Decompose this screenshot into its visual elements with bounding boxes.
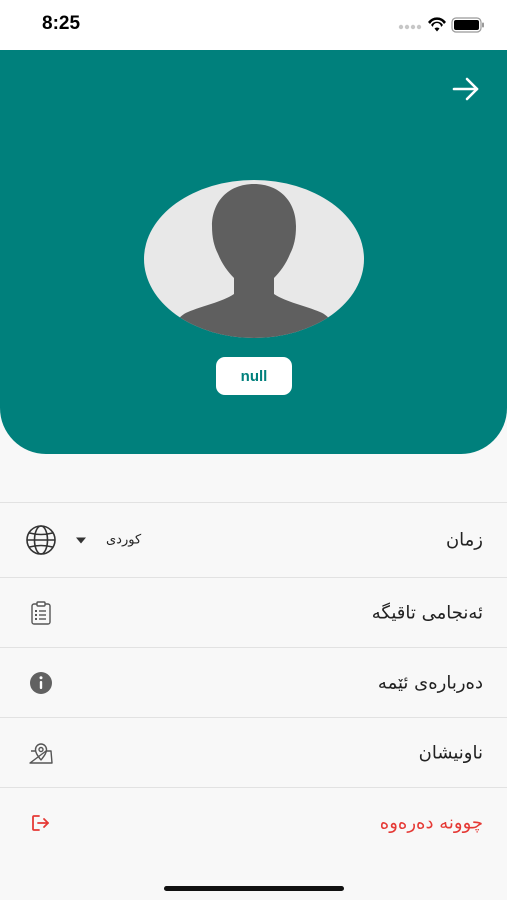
status-icons: [397, 16, 485, 34]
status-bar: 8:25: [0, 0, 507, 50]
user-silhouette-icon: [170, 184, 338, 338]
avatar[interactable]: [144, 180, 364, 338]
map-pin-icon: [24, 736, 58, 770]
menu-label-quiz-results: ئەنجامی تاقیگە: [371, 602, 483, 623]
battery-icon: [451, 17, 484, 33]
menu-label-logout: چوونە دەرەوە: [379, 812, 483, 833]
settings-menu: کوردی زمان ئەنجامی تاقیگە دەربارەی ئێمە …: [0, 502, 507, 857]
language-value: کوردی: [106, 532, 142, 548]
status-time: 8:25: [42, 13, 81, 34]
menu-item-logout[interactable]: چوونە دەرەوە: [0, 787, 507, 857]
home-indicator: [164, 886, 344, 891]
menu-label-language: زمان: [445, 529, 483, 551]
menu-item-language[interactable]: کوردی زمان: [0, 502, 507, 577]
arrow-right-icon: [452, 77, 479, 101]
clipboard-icon: [24, 596, 58, 630]
back-button[interactable]: [451, 76, 481, 102]
menu-item-address[interactable]: ناونیشان: [0, 717, 507, 787]
user-name: null: [240, 367, 268, 385]
wifi-icon: [428, 17, 446, 32]
info-icon: [24, 666, 58, 700]
user-name-badge: null: [216, 357, 292, 395]
menu-item-about[interactable]: دەربارەی ئێمە: [0, 647, 507, 717]
menu-label-address: ناونیشان: [418, 742, 483, 763]
menu-item-quiz-results[interactable]: ئەنجامی تاقیگە: [0, 577, 507, 647]
cellular-signal-icon: [398, 24, 422, 30]
profile-header: null: [0, 50, 507, 454]
menu-label-about: دەربارەی ئێمە: [377, 672, 483, 693]
language-dropdown[interactable]: کوردی: [76, 533, 141, 548]
caret-down-icon: [76, 537, 86, 543]
logout-icon: [24, 806, 58, 840]
globe-icon: [24, 523, 58, 557]
